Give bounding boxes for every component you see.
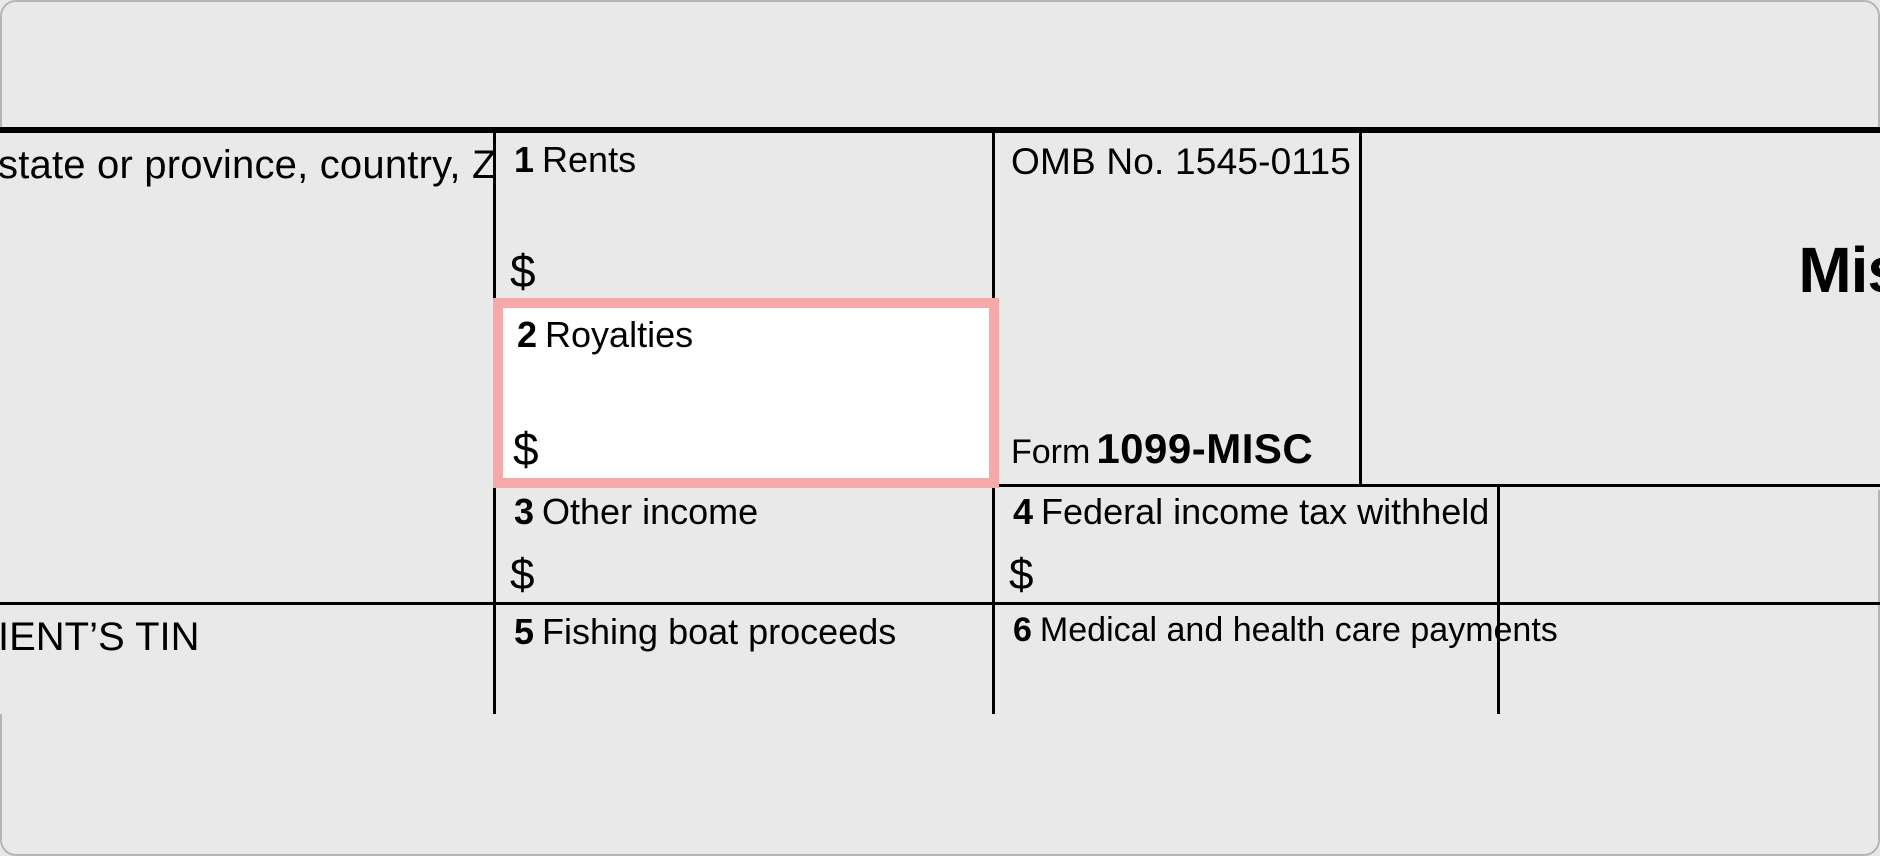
payer-address-fragment-cell: state or province, country, ZIP xyxy=(0,127,496,605)
box-5-text: Fishing boat proceeds xyxy=(542,611,896,652)
box-4-text: Federal income tax withheld xyxy=(1041,491,1489,532)
box-3-number: 3 xyxy=(514,491,534,532)
form-word: Form xyxy=(1011,433,1090,471)
box-4-label: 4Federal income tax withheld xyxy=(1013,491,1489,533)
box-4-number: 4 xyxy=(1013,491,1033,532)
box-1-number: 1 xyxy=(514,139,534,180)
form-number: 1099-MISC xyxy=(1096,425,1313,472)
form-title-fragment: Mis xyxy=(1798,233,1880,307)
box-5-fishing-boat-proceeds[interactable]: 5Fishing boat proceeds xyxy=(493,602,995,714)
box-2-number: 2 xyxy=(517,314,537,355)
box-6-label: 6Medical and health care payments xyxy=(1013,611,1558,650)
row-5-6-right-stub xyxy=(1497,602,1880,714)
box-4-federal-tax-withheld[interactable]: 4Federal income tax withheld $ xyxy=(992,484,1500,605)
box-6-text: Medical and health care payments xyxy=(1040,611,1558,649)
payer-address-fragment: state or province, country, ZIP xyxy=(0,143,535,188)
form-identifier: Form1099-MISC xyxy=(1011,425,1313,473)
recipient-tin-fragment: IENT’S TIN xyxy=(0,615,200,660)
recipient-tin-fragment-cell: IENT’S TIN xyxy=(0,602,496,714)
box-2-dollar: $ xyxy=(513,422,539,476)
box-1-text: Rents xyxy=(542,139,636,180)
box-2-royalties: 2Royalties $ xyxy=(503,308,989,478)
box-6-medical-payments[interactable]: 6Medical and health care payments xyxy=(992,602,1500,714)
omb-number: OMB No. 1545-0115 xyxy=(1011,141,1351,183)
box-1-dollar: $ xyxy=(510,244,536,298)
box-1-label: 1Rents xyxy=(514,139,636,181)
form-title-fragment-area: Mis xyxy=(1362,127,1880,490)
box-1-rents[interactable]: 1Rents $ xyxy=(493,127,995,307)
box-3-label: 3Other income xyxy=(514,491,758,533)
box-2-label: 2Royalties xyxy=(517,314,693,356)
box-3-dollar: $ xyxy=(510,550,534,600)
box-5-number: 5 xyxy=(514,611,534,652)
form-viewport: state or province, country, ZIP 1Rents $… xyxy=(0,0,1880,856)
box-4-dollar: $ xyxy=(1009,550,1033,600)
box-5-label: 5Fishing boat proceeds xyxy=(514,611,896,653)
row-3-4-right-stub xyxy=(1497,484,1880,605)
box-6-number: 6 xyxy=(1013,611,1032,649)
box-2-royalties-highlight[interactable]: 2Royalties $ xyxy=(493,298,999,488)
box-3-text: Other income xyxy=(542,491,758,532)
omb-form-box: OMB No. 1545-0115 Form1099-MISC xyxy=(992,127,1362,490)
box-3-other-income[interactable]: 3Other income $ xyxy=(493,484,995,605)
box-2-text: Royalties xyxy=(545,314,693,355)
